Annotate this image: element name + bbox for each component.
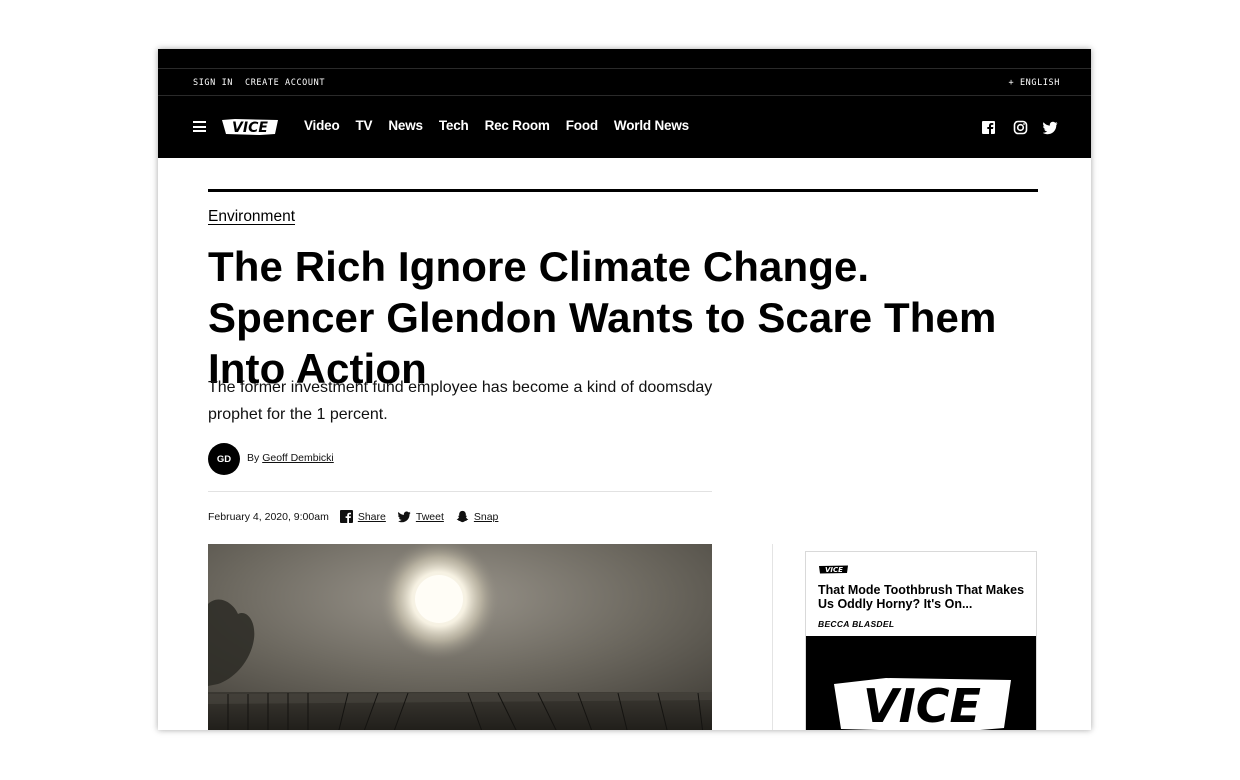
byline: By Geoff Dembicki (247, 452, 334, 464)
instagram-icon[interactable] (1013, 120, 1028, 135)
vice-logo[interactable]: VICE VICE (220, 116, 280, 138)
share-snapchat-button[interactable]: Snap (456, 510, 499, 523)
svg-text:VICE: VICE (232, 120, 268, 136)
article-headline: The Rich Ignore Climate Change. Spencer … (208, 243, 997, 392)
publish-date: February 4, 2020, 9:00am (208, 510, 329, 523)
utility-divider (158, 68, 1091, 69)
promo-image: VICE (806, 636, 1036, 730)
nav-item-rec-room[interactable]: Rec Room (485, 118, 550, 133)
article-dek: The former investment fund employee has … (208, 379, 713, 423)
article-meta: February 4, 2020, 9:00am Share Tweet Sna… (208, 510, 510, 523)
share-twitter-button[interactable]: Tweet (397, 510, 444, 523)
byline-prefix: By (247, 452, 260, 464)
author-avatar[interactable]: GD (208, 443, 240, 475)
browser-page: SIGN IN CREATE ACCOUNT + ENGLISH VICE VI… (158, 49, 1091, 730)
nav-item-video[interactable]: Video (304, 118, 340, 133)
sign-in-link[interactable]: SIGN IN (193, 78, 233, 88)
hero-image (208, 544, 712, 730)
create-account-link[interactable]: CREATE ACCOUNT (245, 78, 325, 88)
nav-item-tv[interactable]: TV (356, 118, 373, 133)
share-label: Share (357, 510, 386, 523)
nav-item-world-news[interactable]: World News (614, 118, 689, 133)
facebook-icon[interactable] (981, 120, 996, 135)
article-top-rule (208, 189, 1038, 192)
menu-icon[interactable] (193, 121, 206, 132)
language-selector[interactable]: + ENGLISH (1009, 78, 1060, 88)
promo-author: BECCA BLASDEL (818, 619, 895, 629)
twitter-icon[interactable] (1043, 120, 1058, 135)
promo-title[interactable]: That Mode Toothbrush That Makes Us Oddly… (818, 583, 1030, 611)
facebook-icon (339, 510, 353, 523)
tweet-label: Tweet (415, 510, 444, 523)
category-link[interactable]: Environment (208, 208, 295, 226)
svg-text:VICE: VICE (863, 679, 981, 730)
twitter-icon (397, 511, 411, 523)
svg-text:VICE: VICE (825, 566, 843, 574)
author-link[interactable]: Geoff Dembicki (262, 452, 334, 464)
snap-label: Snap (473, 510, 499, 523)
byline-divider (208, 491, 712, 492)
nav-item-food[interactable]: Food (566, 118, 598, 133)
nav-item-tech[interactable]: Tech (439, 118, 469, 133)
sidebar-divider (772, 544, 773, 730)
utility-bar: SIGN IN CREATE ACCOUNT + ENGLISH (158, 49, 1091, 96)
vice-logo-small: VICE VICE (819, 565, 848, 574)
snapchat-icon (456, 510, 469, 523)
share-facebook-button[interactable]: Share (339, 510, 386, 523)
promo-card[interactable]: VICE VICE That Mode Toothbrush That Make… (805, 551, 1037, 730)
nav-links: Video TV News Tech Rec Room Food World N… (304, 118, 689, 133)
main-nav: VICE VICE Video TV News Tech Rec Room Fo… (158, 96, 1091, 158)
nav-item-news[interactable]: News (388, 118, 423, 133)
